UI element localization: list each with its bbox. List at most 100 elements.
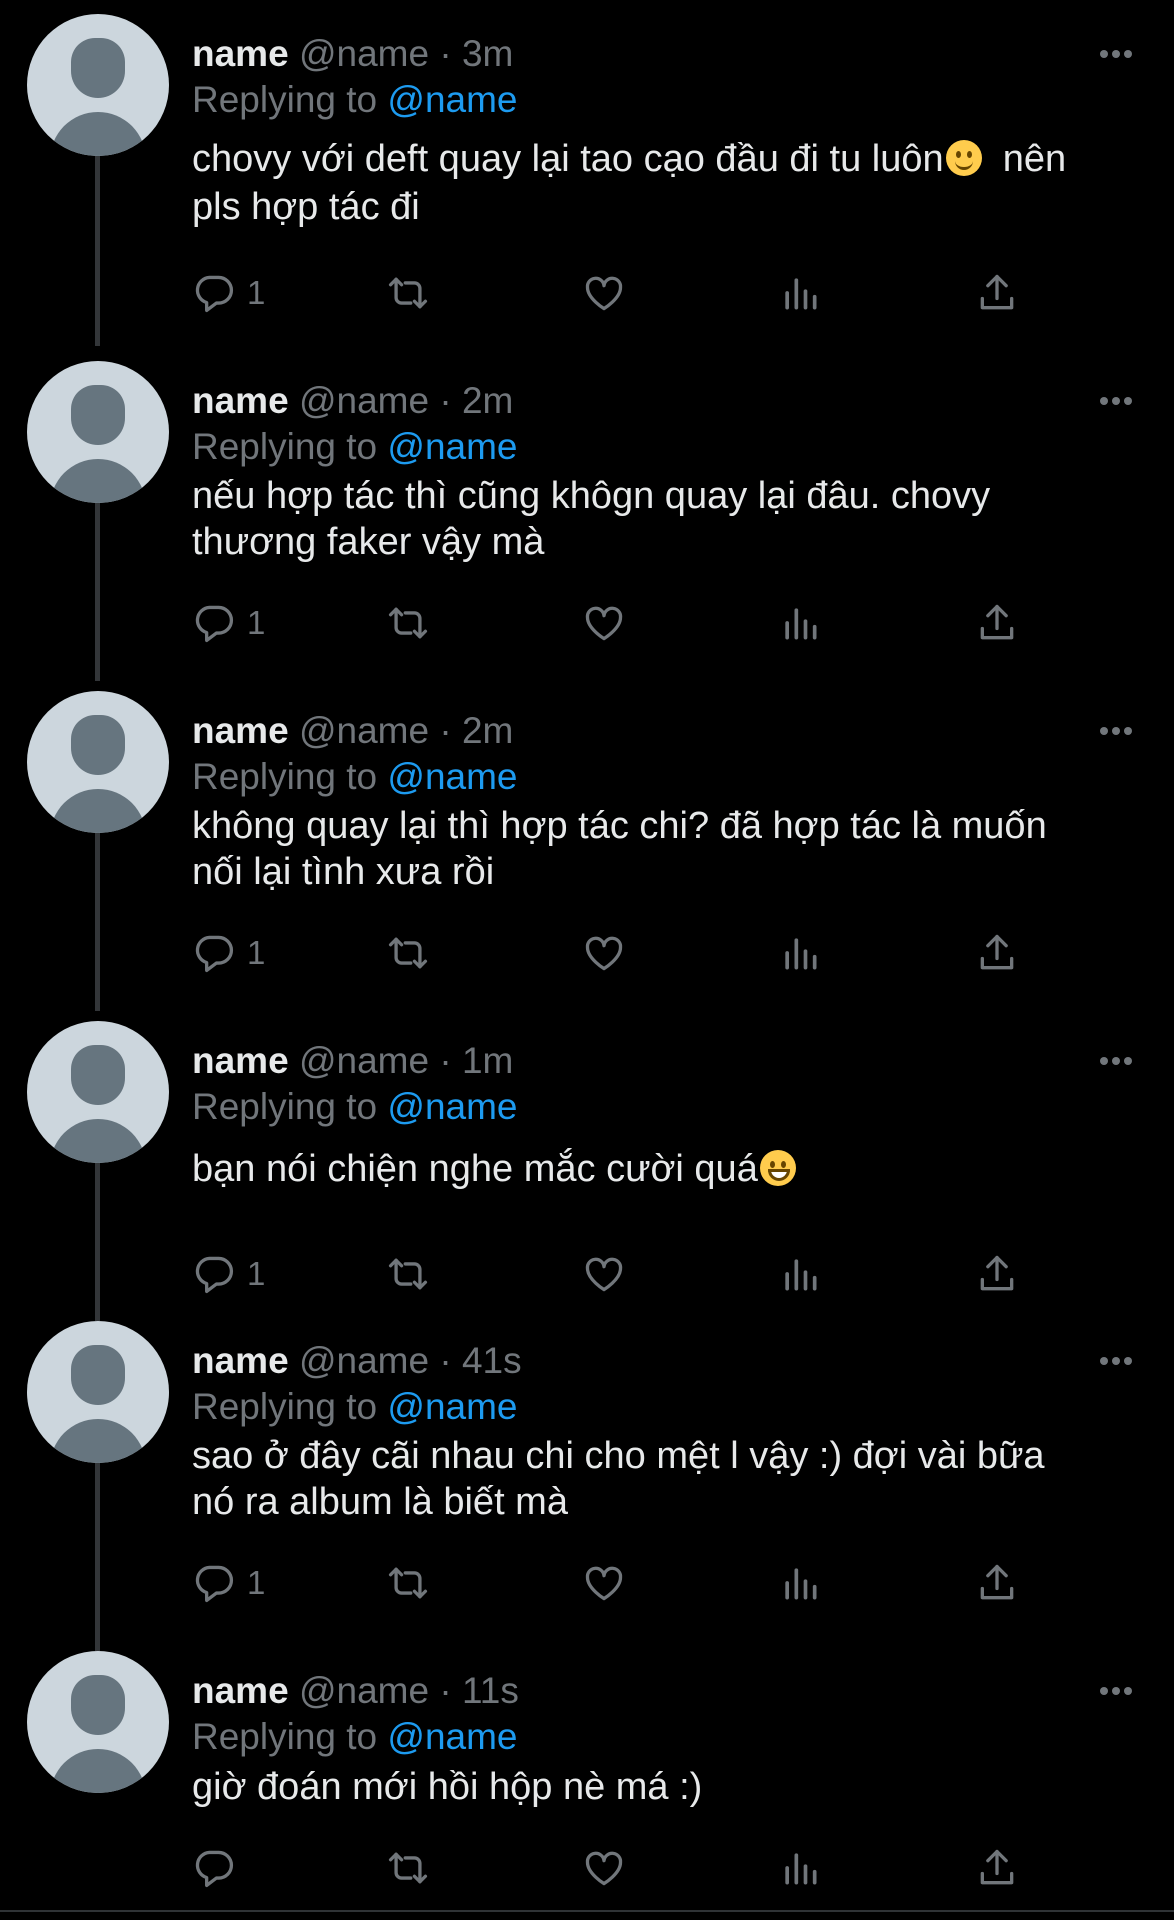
tweet[interactable]: name @name · 41s Replying to @name sao ở… bbox=[0, 1321, 1174, 1651]
timestamp[interactable]: 11s bbox=[462, 1670, 519, 1711]
display-name[interactable]: name bbox=[192, 1040, 289, 1081]
views-button[interactable] bbox=[778, 928, 838, 978]
separator-dot: · bbox=[439, 1340, 452, 1381]
timestamp[interactable]: 2m bbox=[462, 380, 513, 421]
avatar[interactable] bbox=[27, 691, 169, 833]
bar-chart-icon bbox=[785, 938, 817, 970]
reply-icon bbox=[195, 605, 234, 643]
views-button[interactable] bbox=[778, 598, 838, 648]
tweet-text-line: pls hợp tác đi bbox=[192, 186, 420, 228]
display-name[interactable]: name bbox=[192, 33, 289, 74]
user-handle[interactable]: @name bbox=[299, 710, 429, 751]
views-button[interactable] bbox=[778, 1558, 838, 1608]
mention-link[interactable]: @name bbox=[387, 426, 517, 467]
heart-icon bbox=[585, 1566, 623, 1601]
more-options-icon[interactable] bbox=[1098, 1049, 1134, 1073]
tweet[interactable]: name @name · 1m Replying to @name bạn nó… bbox=[0, 1021, 1174, 1321]
tweet[interactable]: name @name · 3m Replying to @name chovy … bbox=[0, 14, 1174, 346]
user-handle[interactable]: @name bbox=[299, 1670, 429, 1711]
mention-link[interactable]: @name bbox=[387, 1386, 517, 1427]
reply-icon bbox=[195, 1850, 234, 1888]
tweet[interactable]: name @name · 11s Replying to @name giờ đ… bbox=[0, 1651, 1174, 1910]
tweet-text-line: chovy với deft quay lại tao cạo đầu đi t… bbox=[192, 138, 944, 180]
share-button[interactable] bbox=[975, 598, 1035, 648]
share-upload-icon bbox=[980, 604, 1014, 640]
tweet-text: giờ đoán mới hồi hộp nè má :) bbox=[192, 1763, 1152, 1811]
avatar[interactable] bbox=[27, 361, 169, 503]
like-button[interactable] bbox=[582, 928, 642, 978]
reply-count: 1 bbox=[247, 604, 266, 641]
like-button[interactable] bbox=[582, 1843, 642, 1893]
heart-icon bbox=[585, 1851, 623, 1886]
reply-button[interactable]: 1 bbox=[192, 268, 302, 318]
more-options-icon[interactable] bbox=[1098, 719, 1134, 743]
retweet-button[interactable] bbox=[386, 598, 446, 648]
slightly-smiling-face-emoji bbox=[945, 140, 982, 176]
user-handle[interactable]: @name bbox=[299, 1040, 429, 1081]
share-upload-icon bbox=[980, 934, 1014, 970]
more-options-icon[interactable] bbox=[1098, 42, 1134, 66]
user-handle[interactable]: @name bbox=[299, 380, 429, 421]
share-upload-icon bbox=[980, 1849, 1014, 1885]
share-button[interactable] bbox=[975, 1558, 1035, 1608]
more-options-icon[interactable] bbox=[1098, 1349, 1134, 1373]
avatar[interactable] bbox=[27, 1651, 169, 1793]
reply-button[interactable]: 1 bbox=[192, 1558, 302, 1608]
retweet-button[interactable] bbox=[386, 928, 446, 978]
retweet-button[interactable] bbox=[386, 1558, 446, 1608]
avatar[interactable] bbox=[27, 1321, 169, 1463]
tweet[interactable]: name @name · 2m Replying to @name không … bbox=[0, 691, 1174, 1011]
replying-to-line: Replying to @name bbox=[192, 425, 518, 469]
mention-link[interactable]: @name bbox=[387, 1086, 517, 1127]
views-button[interactable] bbox=[778, 268, 838, 318]
like-button[interactable] bbox=[582, 598, 642, 648]
retweet-icon bbox=[388, 607, 428, 639]
share-button[interactable] bbox=[975, 1843, 1035, 1893]
retweet-icon bbox=[388, 1258, 428, 1290]
retweet-button[interactable] bbox=[386, 1843, 446, 1893]
timestamp[interactable]: 2m bbox=[462, 710, 513, 751]
reply-button[interactable] bbox=[192, 1843, 302, 1893]
reply-button[interactable]: 1 bbox=[192, 928, 302, 978]
display-name[interactable]: name bbox=[192, 710, 289, 751]
avatar[interactable] bbox=[27, 1021, 169, 1163]
avatar[interactable] bbox=[27, 14, 169, 156]
tweet-header: name @name · 2m bbox=[192, 379, 513, 423]
heart-icon bbox=[585, 276, 623, 311]
tweet-text-line: nếu hợp tác thì cũng khôgn quay lại đâu.… bbox=[192, 475, 991, 517]
like-button[interactable] bbox=[582, 1558, 642, 1608]
tweet[interactable]: name @name · 2m Replying to @name nếu hợ… bbox=[0, 361, 1174, 681]
reply-count: 1 bbox=[247, 1564, 266, 1601]
more-options-icon[interactable] bbox=[1098, 1679, 1134, 1703]
share-upload-icon bbox=[980, 274, 1014, 310]
mention-link[interactable]: @name bbox=[387, 79, 517, 120]
user-handle[interactable]: @name bbox=[299, 1340, 429, 1381]
timestamp[interactable]: 1m bbox=[462, 1040, 513, 1081]
views-button[interactable] bbox=[778, 1843, 838, 1893]
mention-link[interactable]: @name bbox=[387, 1716, 517, 1757]
like-button[interactable] bbox=[582, 268, 642, 318]
share-button[interactable] bbox=[975, 1249, 1035, 1299]
bar-chart-icon bbox=[785, 278, 817, 310]
retweet-button[interactable] bbox=[386, 268, 446, 318]
timestamp[interactable]: 41s bbox=[462, 1340, 522, 1381]
retweet-button[interactable] bbox=[386, 1249, 446, 1299]
like-button[interactable] bbox=[582, 1249, 642, 1299]
replying-to-line: Replying to @name bbox=[192, 1085, 518, 1129]
user-handle[interactable]: @name bbox=[299, 33, 429, 74]
display-name[interactable]: name bbox=[192, 380, 289, 421]
share-button[interactable] bbox=[975, 928, 1035, 978]
share-button[interactable] bbox=[975, 268, 1035, 318]
mention-link[interactable]: @name bbox=[387, 756, 517, 797]
reply-button[interactable]: 1 bbox=[192, 598, 302, 648]
thread-connector-line bbox=[95, 1163, 100, 1321]
display-name[interactable]: name bbox=[192, 1340, 289, 1381]
replying-to-label: Replying to bbox=[192, 426, 378, 467]
tweet-text: chovy với deft quay lại tao cạo đầu đi t… bbox=[192, 135, 1152, 231]
reply-button[interactable]: 1 bbox=[192, 1249, 302, 1299]
separator-dot: · bbox=[439, 33, 452, 74]
views-button[interactable] bbox=[778, 1249, 838, 1299]
more-options-icon[interactable] bbox=[1098, 389, 1134, 413]
timestamp[interactable]: 3m bbox=[462, 33, 513, 74]
display-name[interactable]: name bbox=[192, 1670, 289, 1711]
